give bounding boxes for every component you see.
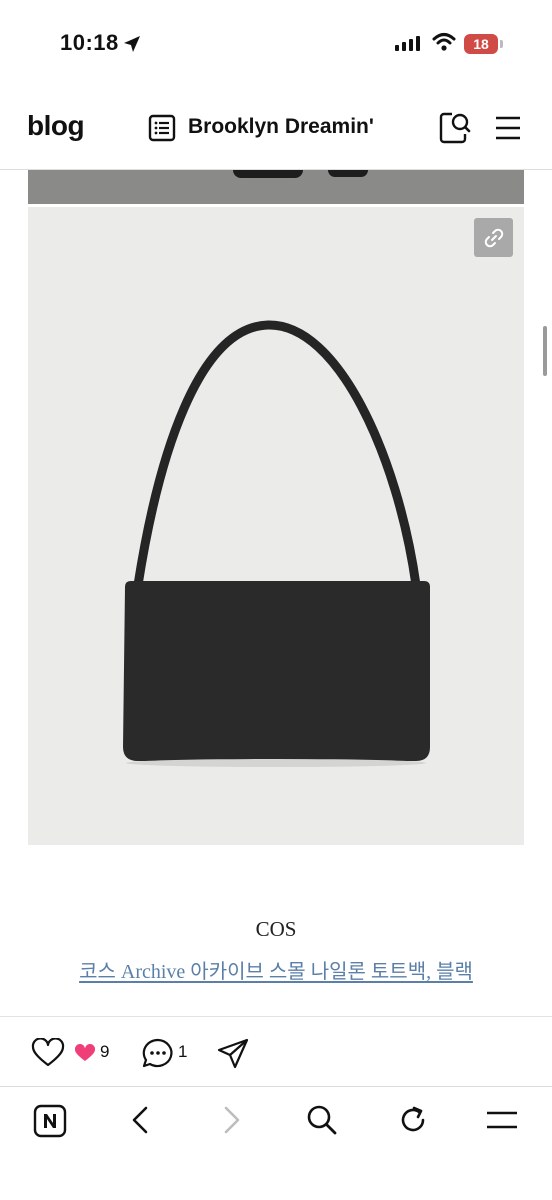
pink-heart-icon bbox=[74, 1044, 96, 1061]
wifi-icon bbox=[432, 33, 456, 51]
search-nav-icon[interactable] bbox=[306, 1104, 338, 1136]
brand-caption: COS bbox=[255, 917, 297, 941]
menu-nav-icon[interactable] bbox=[486, 1110, 518, 1132]
like-count[interactable]: 9 bbox=[100, 1042, 109, 1062]
reload-icon[interactable] bbox=[397, 1104, 429, 1136]
search-icon[interactable] bbox=[438, 110, 472, 144]
battery-tip bbox=[500, 40, 503, 48]
share-icon[interactable] bbox=[216, 1037, 250, 1069]
link-button[interactable] bbox=[474, 218, 513, 257]
blog-title[interactable]: Brooklyn Dreamin' bbox=[188, 115, 374, 139]
nav-divider bbox=[0, 1086, 552, 1087]
heart-icon[interactable] bbox=[31, 1038, 65, 1068]
comment-count[interactable]: 1 bbox=[178, 1042, 187, 1062]
comment-icon[interactable] bbox=[141, 1037, 175, 1069]
tote-bag-illustration bbox=[123, 320, 430, 767]
location-arrow-icon bbox=[124, 36, 140, 52]
battery-icon: 18 bbox=[464, 34, 498, 54]
list-icon[interactable] bbox=[148, 114, 176, 142]
scrollbar[interactable] bbox=[543, 326, 547, 376]
product-link[interactable]: 코스 Archive 아카이브 스몰 나일론 토트백, 블랙 bbox=[0, 955, 552, 984]
blog-logo[interactable]: blog bbox=[27, 110, 85, 142]
menu-icon[interactable] bbox=[495, 116, 521, 140]
actions-divider bbox=[0, 1016, 552, 1017]
previous-image[interactable] bbox=[28, 170, 524, 204]
forward-icon[interactable] bbox=[222, 1105, 242, 1135]
naver-icon[interactable] bbox=[33, 1104, 67, 1138]
product-image[interactable] bbox=[28, 207, 524, 845]
link-icon bbox=[484, 228, 503, 247]
back-icon[interactable] bbox=[130, 1105, 150, 1135]
signal-icon bbox=[395, 36, 420, 51]
status-time: 10:18 bbox=[60, 30, 119, 55]
